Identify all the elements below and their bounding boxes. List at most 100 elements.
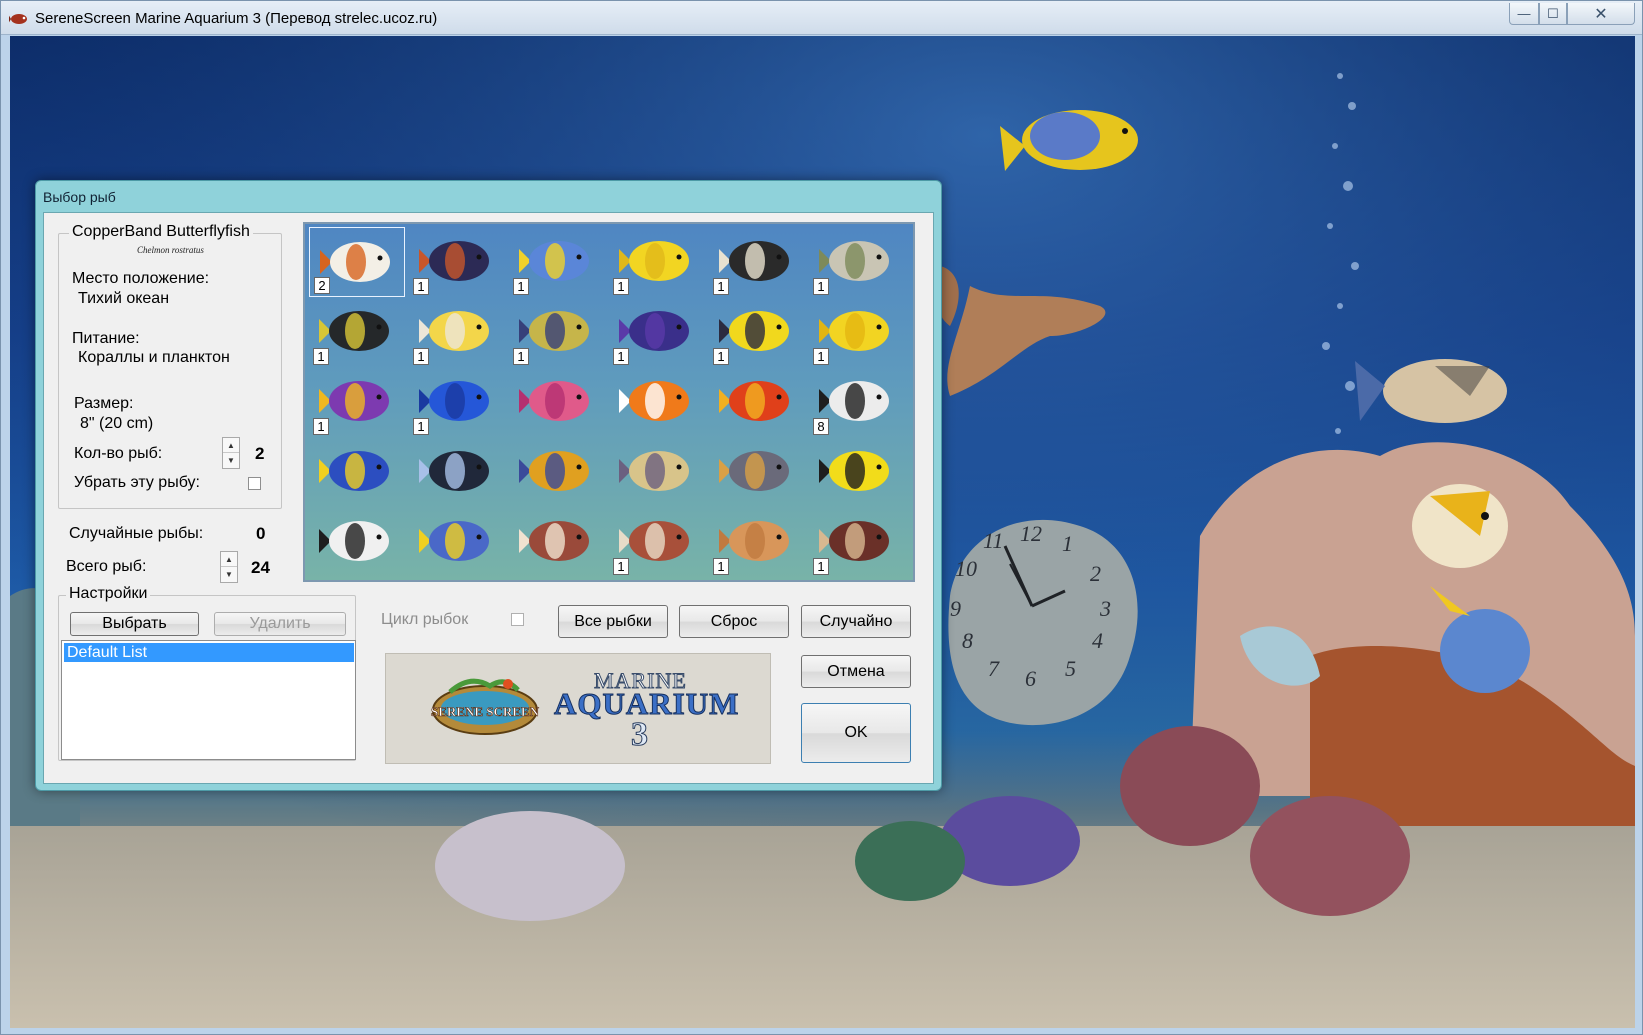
window-title: SereneScreen Marine Aquarium 3 (Перевод …	[35, 10, 438, 27]
fish-icon	[419, 451, 489, 491]
delete-button[interactable]: Удалить	[214, 612, 346, 636]
fish-count-badge: 1	[813, 278, 829, 295]
fish-count-badge: 1	[413, 418, 429, 435]
stepper-down-icon[interactable]: ▼	[221, 567, 237, 582]
fish-cell[interactable]: 1	[609, 297, 705, 367]
svg-text:2: 2	[1090, 561, 1101, 586]
location-label: Место положение:	[72, 270, 210, 287]
fish-cell[interactable]: 1	[609, 507, 705, 577]
minimize-button[interactable]: —	[1509, 3, 1539, 25]
fish-icon	[319, 521, 389, 561]
svg-text:12: 12	[1020, 521, 1042, 546]
fish-cell[interactable]: 1	[709, 227, 805, 297]
fish-cell[interactable]: 1	[809, 227, 905, 297]
random-fish-value: 0	[256, 524, 266, 543]
stepper-down-icon[interactable]: ▼	[223, 453, 239, 468]
fish-cell[interactable]	[509, 507, 605, 577]
logo-number-text: 3	[631, 716, 649, 754]
ok-button[interactable]: OK	[801, 703, 911, 763]
fish-cell[interactable]	[409, 437, 505, 507]
cancel-button[interactable]: Отмена	[801, 655, 911, 688]
fish-info-group: CopperBand Butterflyfish Chelmon rostrat…	[58, 223, 282, 509]
location-value: Тихий океан	[78, 290, 170, 307]
stepper-up-icon[interactable]: ▲	[221, 552, 237, 567]
close-icon: ✕	[1594, 5, 1608, 23]
fish-name: CopperBand Butterflyfish	[69, 223, 253, 241]
fish-count-badge: 1	[713, 558, 729, 575]
svg-text:11: 11	[983, 528, 1003, 553]
fish-count-badge: 1	[613, 558, 629, 575]
dialog-body: CopperBand Butterflyfish Chelmon rostrat…	[43, 212, 934, 784]
fish-grid: 2 1 1 1 1 1 1 1 1 1 1 1 1 1 8 1 1 1	[303, 222, 915, 582]
svg-text:7: 7	[988, 656, 1000, 681]
remove-fish-checkbox[interactable]	[248, 477, 261, 490]
fish-cell[interactable]: 1	[309, 297, 405, 367]
size-value: 8" (20 cm)	[80, 415, 154, 432]
reset-button[interactable]: Сброс	[679, 605, 789, 638]
fish-icon	[719, 451, 789, 491]
fish-cell[interactable]	[709, 367, 805, 437]
fish-cell[interactable]: 8	[809, 367, 905, 437]
fish-cell[interactable]: 1	[409, 227, 505, 297]
fish-icon	[619, 451, 689, 491]
total-fish-label: Всего рыб:	[66, 558, 147, 575]
fish-count-label: Кол-во рыб:	[74, 445, 163, 462]
list-item[interactable]: Default List	[64, 643, 354, 662]
fish-cell[interactable]: 1	[509, 297, 605, 367]
fish-cell[interactable]	[609, 437, 705, 507]
fish-cell[interactable]	[309, 437, 405, 507]
fish-icon	[519, 521, 589, 561]
fish-cell[interactable]: 1	[309, 367, 405, 437]
fish-latin-name: Chelmon rostratus	[137, 245, 204, 255]
svg-text:5: 5	[1065, 656, 1076, 681]
fish-selection-dialog: Выбор рыб CopperBand Butterflyfish Chelm…	[35, 180, 942, 791]
fish-cell[interactable]: 1	[809, 507, 905, 577]
fish-icon	[819, 451, 889, 491]
title-bar[interactable]: SereneScreen Marine Aquarium 3 (Перевод …	[1, 1, 1642, 35]
fish-icon	[319, 451, 389, 491]
fish-cell[interactable]	[609, 367, 705, 437]
stepper-up-icon[interactable]: ▲	[223, 438, 239, 453]
fish-cell[interactable]: 2	[309, 227, 405, 297]
serene-screen-badge: SERENE SCREEN	[431, 678, 540, 735]
fish-cell[interactable]: 1	[709, 507, 805, 577]
fish-cell[interactable]	[409, 507, 505, 577]
fish-cell[interactable]	[509, 437, 605, 507]
fish-cell[interactable]: 1	[809, 297, 905, 367]
fish-count-badge: 2	[314, 277, 330, 294]
fish-count-badge: 1	[813, 558, 829, 575]
fish-cell[interactable]	[509, 367, 605, 437]
fish-count-badge: 1	[513, 278, 529, 295]
fish-cell[interactable]: 1	[709, 297, 805, 367]
svg-text:9: 9	[950, 596, 961, 621]
select-button[interactable]: Выбрать	[70, 612, 199, 636]
dialog-title: Выбор рыб	[43, 189, 116, 205]
fish-butterfly	[1412, 484, 1508, 568]
preset-list[interactable]: Default List	[61, 640, 356, 760]
random-button[interactable]: Случайно	[801, 605, 911, 638]
fish-count-badge: 1	[313, 418, 329, 435]
fish-cell[interactable]: 1	[609, 227, 705, 297]
random-fish-label: Случайные рыбы:	[69, 525, 204, 542]
maximize-button[interactable]: ☐	[1539, 3, 1567, 25]
svg-text:1: 1	[1062, 531, 1073, 556]
fish-count-value: 2	[255, 444, 265, 463]
total-fish-stepper[interactable]: ▲ ▼	[220, 551, 238, 583]
close-button[interactable]: ✕	[1567, 3, 1635, 25]
fish-cell[interactable]	[809, 437, 905, 507]
fish-cell[interactable]: 1	[409, 367, 505, 437]
marine-aquarium-logo: SERENE SCREEN MARINE AQUARIUM 3	[385, 653, 771, 764]
all-fish-button[interactable]: Все рыбки	[558, 605, 668, 638]
fish-cell[interactable]	[709, 437, 805, 507]
fish-count-stepper[interactable]: ▲ ▼	[222, 437, 240, 469]
fish-cell[interactable]: 1	[409, 297, 505, 367]
fish-count-badge: 1	[813, 348, 829, 365]
fish-count-badge: 1	[613, 348, 629, 365]
fish-cell[interactable]: 1	[509, 227, 605, 297]
fish-cell[interactable]	[309, 507, 405, 577]
fish-count-badge: 1	[413, 348, 429, 365]
remove-fish-label: Убрать эту рыбу:	[74, 474, 200, 491]
cycle-fish-checkbox[interactable]	[511, 613, 524, 626]
fish-count-badge: 1	[313, 348, 329, 365]
svg-text:8: 8	[962, 628, 973, 653]
